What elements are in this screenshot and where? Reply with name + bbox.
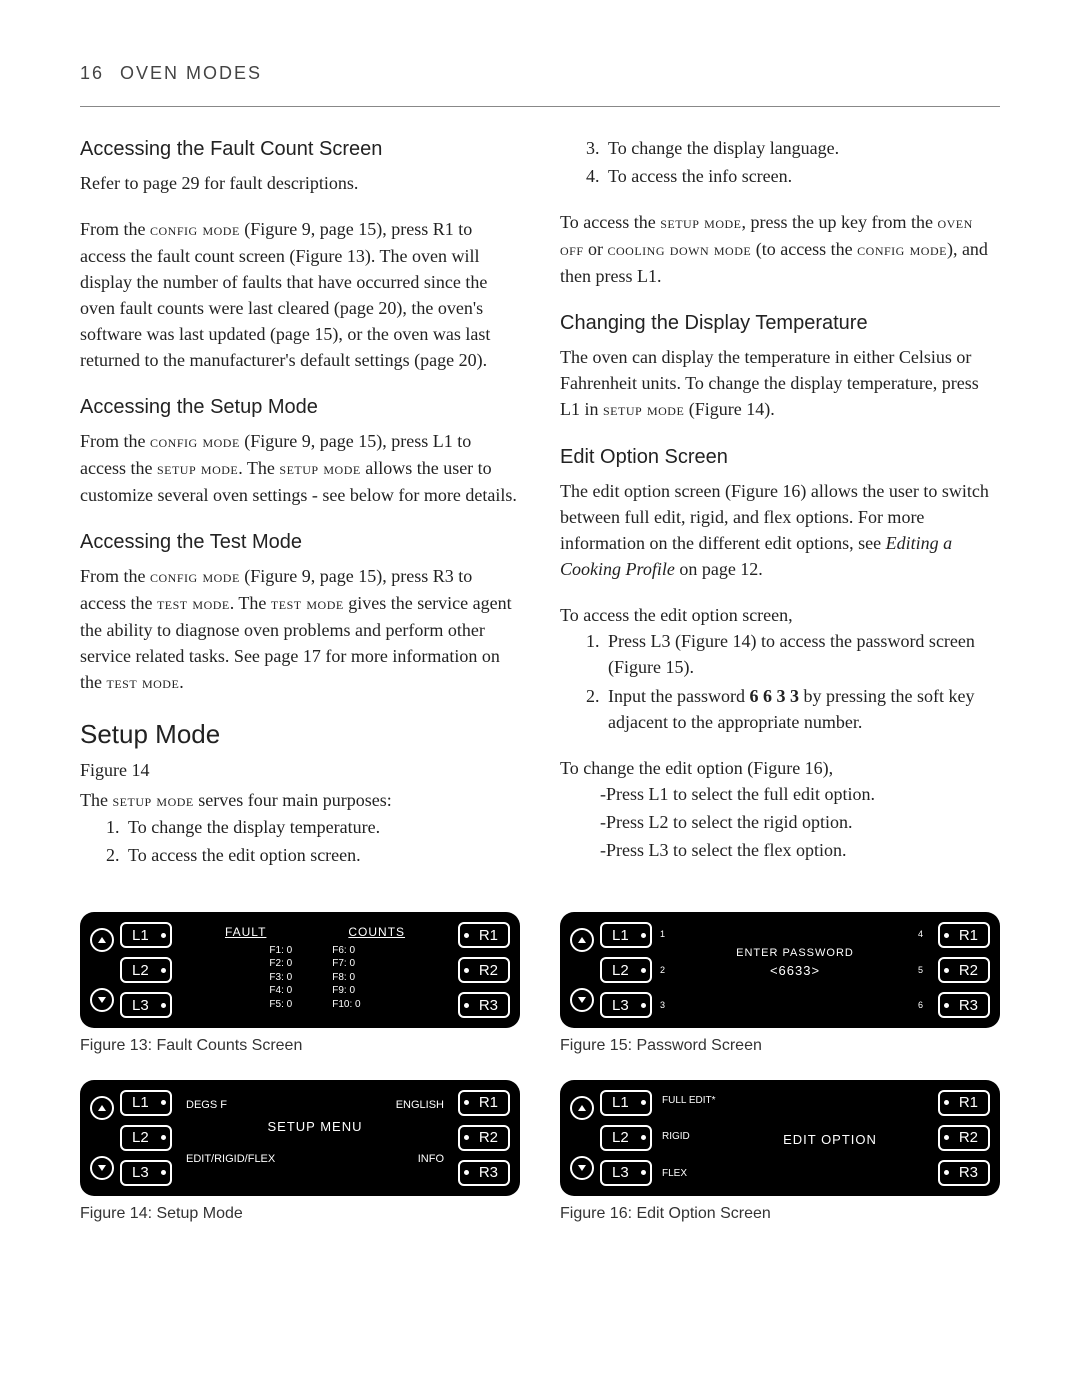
password-display: 123 456 ENTER PASSWORD <6633> <box>658 922 932 1018</box>
up-arrow-button[interactable] <box>570 928 594 952</box>
list-item: To change the display language. <box>604 135 1000 161</box>
header-rule <box>80 106 1000 107</box>
r1-key[interactable]: R1 <box>938 1090 990 1116</box>
l2-key[interactable]: L2 <box>120 957 172 983</box>
r2-key[interactable]: R2 <box>458 957 510 983</box>
down-arrow-button[interactable] <box>570 988 594 1012</box>
access-steps: Press L3 (Figure 14) to access the passw… <box>560 628 1000 734</box>
editopt-display: FULL EDIT* RIGID FLEX EDIT OPTION <box>658 1090 932 1186</box>
page-header: 16 OVEN MODES <box>80 60 1000 86</box>
r1-key[interactable]: R1 <box>458 1090 510 1116</box>
para: The oven can display the temperature in … <box>560 344 1000 423</box>
down-arrow-button[interactable] <box>570 1156 594 1180</box>
up-arrow-button[interactable] <box>90 1096 114 1120</box>
para: From the config mode (Figure 9, page 15)… <box>80 216 520 373</box>
heading-test-mode: Accessing the Test Mode <box>80 528 520 557</box>
heading-setup-mode: Accessing the Setup Mode <box>80 393 520 422</box>
l3-key[interactable]: L3 <box>120 992 172 1018</box>
para: From the config mode (Figure 9, page 15)… <box>80 428 520 508</box>
r3-key[interactable]: R3 <box>938 992 990 1018</box>
r1-key[interactable]: R1 <box>938 922 990 948</box>
list-item: To change the display temperature. <box>124 814 520 840</box>
para: To access the setup mode, press the up k… <box>560 209 1000 289</box>
l1-key[interactable]: L1 <box>600 922 652 948</box>
up-arrow-button[interactable] <box>570 1096 594 1120</box>
figure-16: L1 L2 L3 FULL EDIT* RIGID FLEX EDIT OPTI… <box>560 1080 1000 1225</box>
figure-13: L1 L2 L3 FAULTCOUNTS F1: 0F2: 0F3: 0F4: … <box>80 912 520 1057</box>
r3-key[interactable]: R3 <box>938 1160 990 1186</box>
r2-key[interactable]: R2 <box>938 957 990 983</box>
figure-15: L1 L2 L3 123 456 ENTER PASSWORD <6633> R… <box>560 912 1000 1057</box>
substep: -Press L2 to select the rigid option. <box>600 809 1000 835</box>
l1-key[interactable]: L1 <box>120 922 172 948</box>
up-arrow-button[interactable] <box>90 928 114 952</box>
r2-key[interactable]: R2 <box>938 1125 990 1151</box>
l2-key[interactable]: L2 <box>600 1125 652 1151</box>
down-arrow-button[interactable] <box>90 1156 114 1180</box>
list-item: To access the edit option screen. <box>124 842 520 868</box>
para: To access the edit option screen, <box>560 602 1000 628</box>
heading-display-temp: Changing the Display Temperature <box>560 309 1000 338</box>
oven-panel-fault: L1 L2 L3 FAULTCOUNTS F1: 0F2: 0F3: 0F4: … <box>80 912 520 1028</box>
para: The setup mode serves four main purposes… <box>80 787 520 814</box>
down-arrow-button[interactable] <box>90 988 114 1012</box>
r2-key[interactable]: R2 <box>458 1125 510 1151</box>
para: Refer to page 29 for fault descriptions. <box>80 170 520 196</box>
heading-setup-mode-main: Setup Mode <box>80 716 520 754</box>
fault-display: FAULTCOUNTS F1: 0F2: 0F3: 0F4: 0F5: 0 F6… <box>178 922 452 1018</box>
substep: -Press L1 to select the full edit option… <box>600 781 1000 807</box>
figure-14: L1 L2 L3 DEGS FENGLISH SETUP MENU EDIT/R… <box>80 1080 520 1225</box>
para: From the config mode (Figure 9, page 15)… <box>80 563 520 696</box>
l1-key[interactable]: L1 <box>600 1090 652 1116</box>
para: The edit option screen (Figure 16) allow… <box>560 478 1000 582</box>
l2-key[interactable]: L2 <box>600 957 652 983</box>
l2-key[interactable]: L2 <box>120 1125 172 1151</box>
figure-caption: Figure 16: Edit Option Screen <box>560 1202 1000 1225</box>
l1-key[interactable]: L1 <box>120 1090 172 1116</box>
change-substeps: -Press L1 to select the full edit option… <box>560 781 1000 863</box>
l3-key[interactable]: L3 <box>600 992 652 1018</box>
list-item: To access the info screen. <box>604 163 1000 189</box>
heading-edit-option: Edit Option Screen <box>560 443 1000 472</box>
purpose-list-cont: To change the display language. To acces… <box>560 135 1000 189</box>
list-item: Press L3 (Figure 14) to access the passw… <box>604 628 1000 680</box>
r1-key[interactable]: R1 <box>458 922 510 948</box>
list-item: Input the password 6 6 3 3 by pressing t… <box>604 683 1000 735</box>
oven-panel-password: L1 L2 L3 123 456 ENTER PASSWORD <6633> R… <box>560 912 1000 1028</box>
para: To change the edit option (Figure 16), <box>560 755 1000 781</box>
r3-key[interactable]: R3 <box>458 992 510 1018</box>
section-title: OVEN MODES <box>120 60 262 86</box>
figure-caption: Figure 15: Password Screen <box>560 1034 1000 1057</box>
left-column: Accessing the Fault Count Screen Refer t… <box>80 135 520 888</box>
oven-panel-edit-option: L1 L2 L3 FULL EDIT* RIGID FLEX EDIT OPTI… <box>560 1080 1000 1196</box>
r3-key[interactable]: R3 <box>458 1160 510 1186</box>
oven-panel-setup: L1 L2 L3 DEGS FENGLISH SETUP MENU EDIT/R… <box>80 1080 520 1196</box>
figref: Figure 14 <box>80 757 520 783</box>
substep: -Press L3 to select the flex option. <box>600 837 1000 863</box>
figure-caption: Figure 14: Setup Mode <box>80 1202 520 1225</box>
right-column: To change the display language. To acces… <box>560 135 1000 888</box>
figure-caption: Figure 13: Fault Counts Screen <box>80 1034 520 1057</box>
l3-key[interactable]: L3 <box>120 1160 172 1186</box>
purpose-list: To change the display temperature. To ac… <box>80 814 520 868</box>
setup-display: DEGS FENGLISH SETUP MENU EDIT/RIGID/FLEX… <box>178 1090 452 1186</box>
heading-fault-count: Accessing the Fault Count Screen <box>80 135 520 164</box>
page-number: 16 <box>80 60 104 86</box>
l3-key[interactable]: L3 <box>600 1160 652 1186</box>
